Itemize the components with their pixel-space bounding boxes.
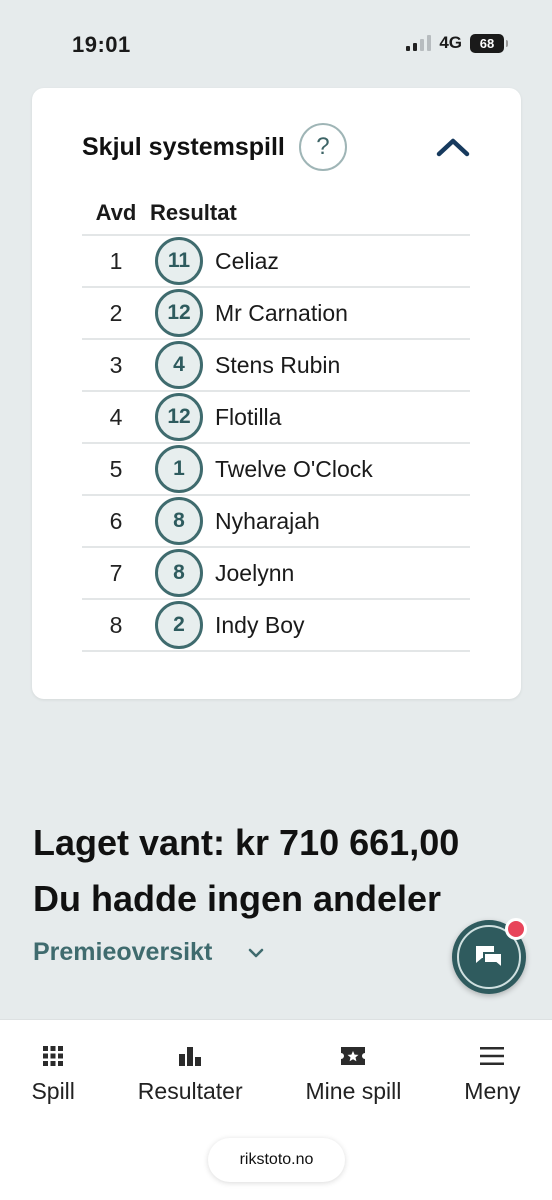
network-label: 4G	[439, 33, 462, 52]
nav-label-spill: Spill	[31, 1078, 75, 1104]
horse-number-badge: 12	[155, 289, 203, 337]
help-button[interactable]: ?	[298, 123, 347, 171]
collapse-button[interactable]	[433, 127, 473, 167]
menu-icon	[480, 1047, 505, 1065]
nav-item-mine-spill[interactable]: Mine spill	[274, 1020, 433, 1120]
results-header-row: Avd Resultat	[82, 200, 470, 236]
avd-cell: 5	[82, 443, 150, 496]
avd-cell: 4	[82, 391, 150, 444]
address-bar[interactable]: rikstoto.no	[208, 1138, 345, 1182]
url-text: rikstoto.no	[239, 1151, 314, 1168]
nav-label-resultater: Resultater	[137, 1078, 243, 1104]
horse-number-badge: 4	[155, 341, 203, 389]
table-row: 7 8 Joelynn	[82, 547, 470, 600]
ticket-icon	[341, 1047, 366, 1065]
status-bar: 19:01 4G 68	[0, 0, 552, 90]
prize-overview-toggle[interactable]: Premieoversikt	[33, 938, 264, 967]
horse-name: Joelynn	[215, 559, 295, 586]
table-row: 8 2 Indy Boy	[82, 599, 470, 652]
table-row: 4 12 Flotilla	[82, 391, 470, 444]
system-panel-card: Skjul systemspill ? Avd Resultat 1 11 Cel…	[32, 88, 521, 699]
horse-name: Twelve O'Clock	[215, 455, 373, 482]
battery-level: 68	[479, 35, 495, 51]
horse-name: Nyharajah	[215, 507, 320, 534]
bottom-navigation: Spill Resultater Mine spill Meny	[0, 1019, 552, 1120]
horse-name: Indy Boy	[215, 611, 305, 638]
help-icon: ?	[316, 133, 330, 160]
horse-name: Stens Rubin	[215, 351, 341, 378]
bar-chart-icon	[179, 1047, 202, 1066]
team-won-amount: Laget vant: kr 710 661,00	[33, 822, 460, 863]
avd-cell: 6	[82, 495, 150, 548]
table-row: 6 8 Nyharajah	[82, 495, 470, 548]
chat-icon	[476, 946, 503, 971]
avd-cell: 8	[82, 599, 150, 652]
avd-cell: 7	[82, 547, 150, 600]
horse-number-badge: 1	[155, 445, 203, 493]
status-time: 19:01	[72, 32, 131, 57]
avd-cell: 2	[82, 287, 150, 340]
grid-icon	[43, 1046, 64, 1066]
chevron-up-icon	[436, 138, 470, 157]
table-row: 5 1 Twelve O'Clock	[82, 443, 470, 496]
battery-icon: 68	[470, 33, 508, 53]
nav-item-resultater[interactable]: Resultater	[106, 1020, 274, 1120]
prize-overview-label: Premieoversikt	[33, 938, 213, 966]
nav-item-spill[interactable]: Spill	[0, 1020, 106, 1120]
avd-cell: 3	[82, 339, 150, 392]
horse-name: Mr Carnation	[215, 299, 348, 326]
horse-number-badge: 2	[155, 601, 203, 649]
system-panel-header: Skjul systemspill ?	[82, 123, 473, 171]
horse-number-badge: 11	[155, 237, 203, 285]
shares-status: Du hadde ingen andeler	[33, 878, 442, 919]
table-row: 2 12 Mr Carnation	[82, 287, 470, 340]
horse-name: Celiaz	[215, 247, 279, 274]
nav-label-mine-spill: Mine spill	[305, 1078, 402, 1104]
horse-number-badge: 8	[155, 549, 203, 597]
column-header-avd: Avd	[82, 200, 150, 236]
results-table: Avd Resultat 1 11 Celiaz 2 12 Mr Carnation…	[82, 200, 470, 652]
horse-number-badge: 12	[155, 393, 203, 441]
horse-number-badge: 8	[155, 497, 203, 545]
column-header-resultat: Resultat	[150, 200, 470, 236]
status-indicators: 4G 68	[406, 33, 508, 53]
notification-dot	[505, 918, 527, 940]
chevron-down-icon	[249, 948, 264, 957]
horse-name: Flotilla	[215, 403, 282, 430]
nav-label-meny: Meny	[464, 1078, 521, 1104]
table-row: 3 4 Stens Rubin	[82, 339, 470, 392]
table-row: 1 11 Celiaz	[82, 235, 470, 288]
system-panel-title[interactable]: Skjul systemspill	[82, 133, 285, 162]
nav-item-meny[interactable]: Meny	[433, 1020, 552, 1120]
signal-icon	[406, 35, 432, 51]
avd-cell: 1	[82, 235, 150, 288]
